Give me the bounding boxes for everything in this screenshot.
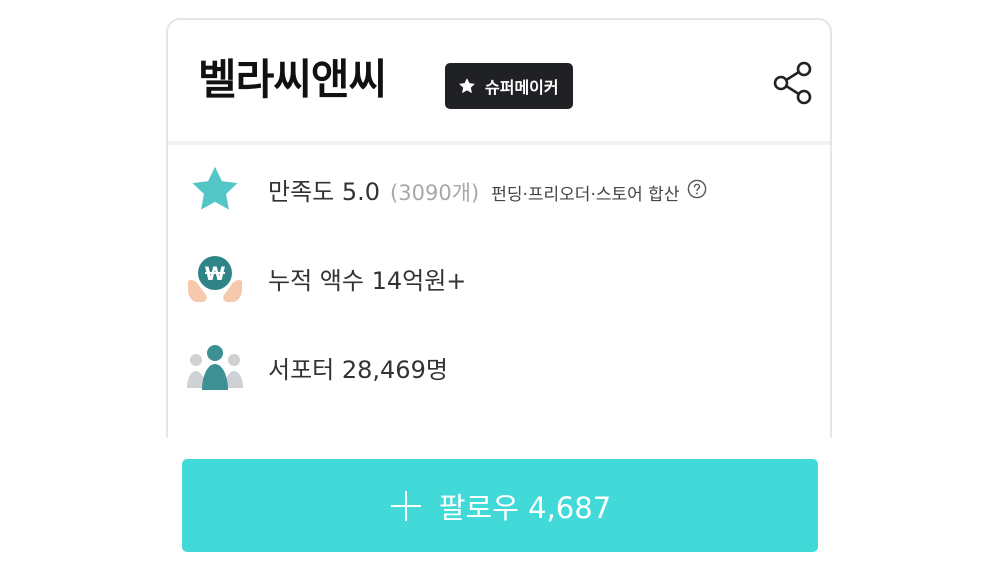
rating-row: 만족도 5.0 (3090개) 펀딩·프리오더·스토어 합산 (168, 159, 830, 219)
share-icon[interactable] (770, 58, 816, 108)
maker-name: 벨라씨앤씨 (198, 55, 387, 104)
won-coin-hands-icon: W (186, 249, 244, 307)
rating-label: 만족도 5.0 (268, 177, 381, 206)
maker-info-card: 벨라씨앤씨 슈퍼메이커 만족도 5.0 (3090개) 펀딩·프리오더·스토어 … (166, 18, 832, 438)
funding-total-label: 누적 액수 14억원+ (268, 266, 467, 295)
supporters-row: 서포터 28,469명 (168, 337, 830, 397)
follow-button[interactable]: 팔로우 4,687 (182, 459, 818, 552)
supporters-label: 서포터 28,469명 (268, 355, 448, 384)
people-icon (186, 338, 244, 396)
plus-icon (389, 489, 423, 523)
star-icon (457, 76, 477, 96)
follow-button-label: 팔로우 4,687 (438, 490, 612, 525)
header-divider (168, 141, 830, 145)
star-icon (186, 160, 244, 218)
maker-header: 벨라씨앤씨 슈퍼메이커 (168, 20, 830, 141)
question-circle-icon[interactable] (687, 179, 707, 199)
super-maker-badge: 슈퍼메이커 (445, 63, 573, 109)
rating-count: (3090개) (390, 180, 480, 205)
badge-label: 슈퍼메이커 (485, 78, 559, 97)
funding-row: W 누적 액수 14억원+ (168, 248, 830, 308)
rating-scope-note: 펀딩·프리오더·스토어 합산 (491, 184, 680, 205)
